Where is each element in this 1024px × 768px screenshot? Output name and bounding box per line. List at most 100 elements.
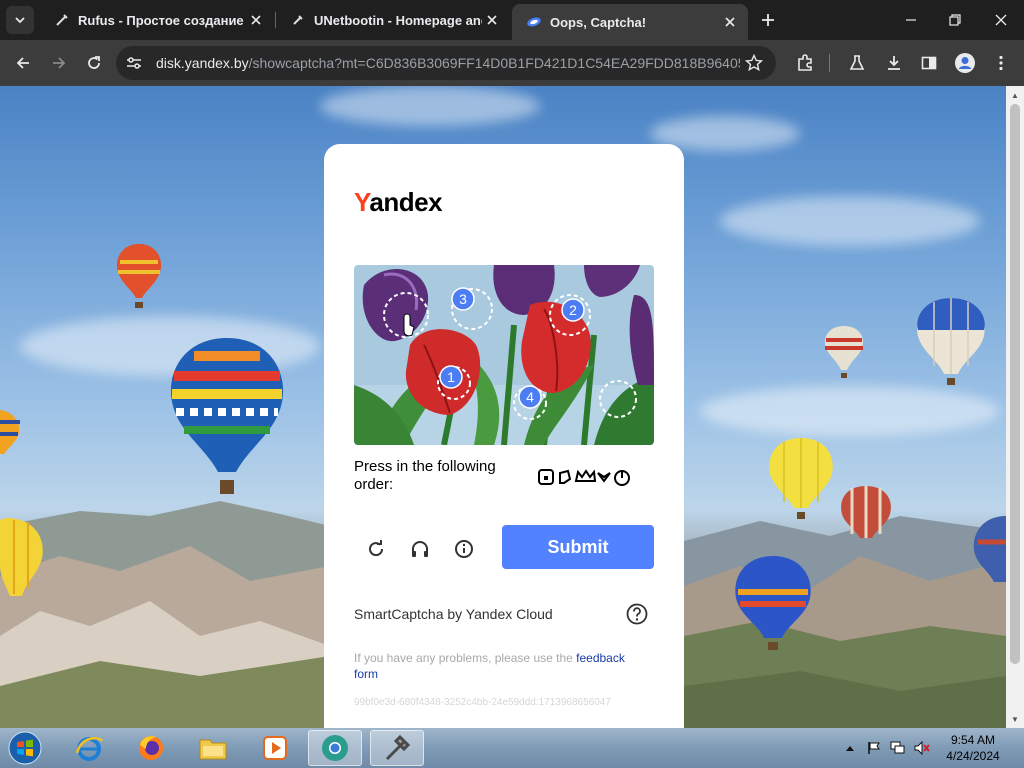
new-tab-button[interactable]: [756, 8, 780, 32]
balloon: [170, 338, 284, 494]
address-bar[interactable]: disk.yandex.by/showcaptcha?mt=C6D836B306…: [116, 46, 776, 80]
reload-button[interactable]: [79, 48, 109, 78]
taskbar-file-explorer[interactable]: [186, 730, 240, 766]
bookmark-star-icon[interactable]: [744, 53, 764, 73]
more-vert-icon: [999, 55, 1003, 71]
balloon: [0, 410, 20, 454]
chrome-icon: [322, 735, 348, 761]
headphones-icon: [412, 541, 428, 557]
info-button[interactable]: [452, 537, 476, 561]
balloon: [116, 244, 162, 308]
captcha-marker-1[interactable]: 1: [439, 365, 463, 389]
yandex-logo[interactable]: Yandex: [354, 187, 443, 218]
cloud: [320, 86, 540, 126]
refresh-icon: [369, 540, 384, 557]
site-info-icon[interactable]: [124, 53, 144, 73]
balloon: [973, 516, 1006, 582]
close-icon: [995, 14, 1007, 26]
minimize-button[interactable]: [888, 6, 934, 34]
tab-title: UNetbootin - Homepage and D: [314, 12, 482, 28]
help-icon[interactable]: [626, 603, 648, 625]
refresh-captcha-button[interactable]: [364, 537, 388, 561]
tab-unetbootin[interactable]: UNetbootin - Homepage and D: [276, 4, 510, 36]
taskbar-media-player[interactable]: [248, 730, 302, 766]
taskbar-chrome[interactable]: [308, 730, 362, 766]
audio-captcha-button[interactable]: [408, 537, 432, 561]
captcha-marker-2[interactable]: 2: [561, 298, 585, 322]
clock-time: 9:54 AM: [950, 733, 996, 747]
taskbar-firefox[interactable]: [124, 730, 178, 766]
profile-button[interactable]: [950, 48, 980, 78]
scroll-up-icon[interactable]: ▲: [1010, 90, 1020, 100]
browser-toolbar: disk.yandex.by/showcaptcha?mt=C6D836B306…: [0, 40, 1024, 86]
arrow-right-icon: [53, 57, 66, 69]
start-button[interactable]: [4, 730, 46, 766]
balloon: [917, 298, 985, 385]
url-host: disk.yandex.by: [156, 55, 249, 71]
back-button[interactable]: [8, 48, 38, 78]
captcha-marker-4[interactable]: 4: [518, 385, 542, 409]
side-panel-icon: [921, 56, 937, 70]
network-icon: [890, 741, 905, 754]
chevron-down-icon: [15, 17, 25, 24]
scroll-down-icon[interactable]: ▼: [1010, 714, 1020, 724]
action-center-tray[interactable]: [864, 728, 884, 768]
balloon: [769, 438, 833, 519]
chevron-up-icon: [846, 746, 854, 751]
windows-start-icon: [8, 731, 42, 765]
svg-text:2: 2: [569, 302, 577, 318]
captcha-instruction: Press in the following order:: [354, 458, 496, 493]
tab-title: Oops, Captcha!: [550, 14, 647, 30]
plus-icon: [762, 14, 774, 26]
close-icon[interactable]: [720, 12, 740, 32]
rufus-icon: [54, 12, 70, 28]
network-tray[interactable]: [888, 728, 908, 768]
balloon: [824, 326, 864, 378]
tab-rufus[interactable]: Rufus - Простое создание загр: [40, 4, 274, 36]
side-panel-button[interactable]: [914, 48, 944, 78]
page-viewport: Yandex 1 2 3 4 Press in the following or…: [0, 86, 1006, 728]
balloon: [0, 518, 43, 596]
scrollbar-thumb[interactable]: [1010, 104, 1020, 664]
submit-button[interactable]: Submit: [502, 525, 654, 569]
svg-text:4: 4: [526, 389, 534, 405]
taskbar-internet-explorer[interactable]: [62, 730, 116, 766]
tab-search-button[interactable]: [6, 6, 34, 34]
firefox-icon: [139, 736, 163, 760]
captcha-image[interactable]: 1 2 3 4: [354, 265, 654, 445]
page-scrollbar[interactable]: ▲ ▼: [1006, 86, 1024, 728]
folder-icon: [199, 739, 227, 760]
close-icon[interactable]: [482, 10, 502, 30]
close-window-button[interactable]: [978, 6, 1024, 34]
internet-explorer-icon: [75, 737, 104, 761]
downloads-button[interactable]: [879, 48, 909, 78]
windows-taskbar: 9:54 AM 4/24/2024: [0, 728, 1024, 768]
arrow-left-icon: [16, 57, 29, 69]
taskbar-rufus[interactable]: [370, 730, 424, 766]
download-icon: [888, 56, 900, 70]
close-icon[interactable]: [246, 10, 266, 30]
forward-button[interactable]: [44, 48, 74, 78]
tab-captcha[interactable]: Oops, Captcha!: [512, 4, 748, 40]
captcha-order-symbols: [538, 469, 630, 486]
rufus-icon: [385, 734, 411, 761]
extensions-button[interactable]: [790, 48, 820, 78]
url-text: disk.yandex.by/showcaptcha?mt=C6D836B306…: [156, 46, 740, 80]
info-icon: [455, 540, 473, 558]
captcha-token: 99bf0e3d-680f4348-3252c4bb-24e59ddd:1713…: [354, 697, 611, 708]
taskbar-clock[interactable]: 9:54 AM 4/24/2024: [930, 732, 1016, 764]
media-player-icon: [263, 736, 287, 760]
captcha-marker-3[interactable]: 3: [451, 287, 475, 311]
restore-icon: [949, 14, 961, 26]
avatar-icon: [955, 53, 975, 73]
unetbootin-icon: [290, 12, 306, 28]
menu-button[interactable]: [986, 48, 1016, 78]
show-hidden-icons-button[interactable]: [842, 728, 858, 768]
yandex-disk-icon: [526, 14, 542, 30]
restore-button[interactable]: [932, 6, 978, 34]
reload-icon: [88, 56, 100, 69]
volume-tray[interactable]: [912, 728, 932, 768]
puzzle-icon: [798, 54, 812, 71]
labs-button[interactable]: [842, 48, 872, 78]
smartcaptcha-brand: SmartCaptcha by Yandex Cloud: [354, 606, 553, 622]
